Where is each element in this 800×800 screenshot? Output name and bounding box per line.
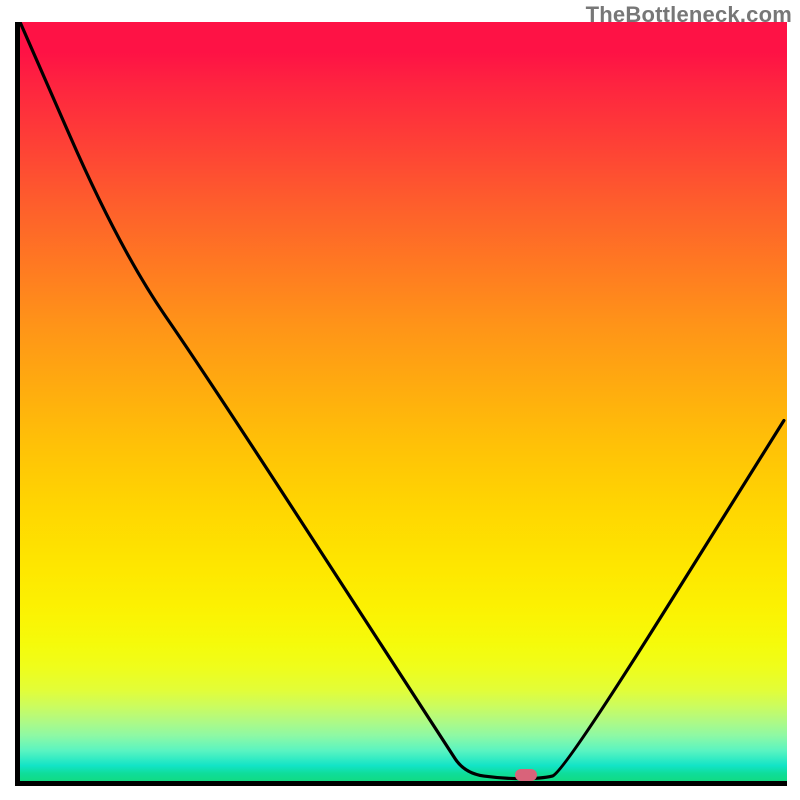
bottleneck-marker (515, 769, 537, 781)
chart-container: TheBottleneck.com (0, 0, 800, 800)
plot-area (15, 22, 787, 786)
bottleneck-curve (20, 22, 787, 781)
